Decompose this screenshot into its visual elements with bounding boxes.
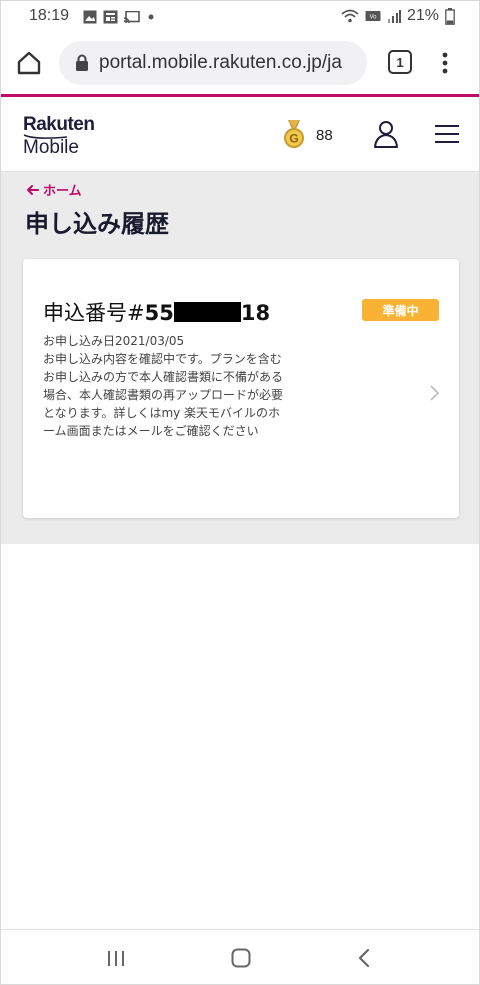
cast-icon: [124, 10, 140, 23]
order-number-start: 55: [144, 301, 174, 325]
status-bar: 18:19 Vo 21%: [1, 1, 479, 33]
order-number-end: 18: [240, 301, 271, 325]
screen: 18:19 Vo 21% portal.mobile.rakuten.co.jp…: [0, 0, 480, 985]
notification-icons: [83, 10, 156, 24]
content-area: ホーム 申し込み履歴 申込番号#55 18 準備中 お申し込み日2021/03/0…: [1, 172, 479, 544]
rakuten-mobile-logo[interactable]: Rakuten Mobile: [23, 114, 95, 158]
address-bar[interactable]: portal.mobile.rakuten.co.jp/ja: [59, 41, 367, 85]
volte-icon: Vo: [365, 11, 381, 21]
points-display[interactable]: G 88: [282, 120, 333, 150]
signal-icon: [387, 10, 401, 23]
news-icon: [103, 10, 118, 24]
logo-line2: Mobile: [23, 137, 79, 158]
arrow-left-icon: [27, 184, 39, 195]
wifi-icon: [341, 9, 359, 23]
status-right: Vo 21%: [341, 7, 455, 25]
status-badge: 準備中: [362, 299, 439, 321]
order-date: お申し込み日2021/03/05: [43, 334, 185, 348]
svg-text:Vo: Vo: [369, 15, 377, 21]
points-value: 88: [316, 126, 333, 144]
more-menu-icon[interactable]: [441, 51, 449, 75]
order-card[interactable]: 申込番号#55 18 準備中 お申し込み日2021/03/05 お申し込み内容を確…: [23, 259, 459, 518]
hamburger-menu-icon[interactable]: [435, 124, 459, 144]
back-link-label: ホーム: [43, 184, 82, 199]
logo-line1: Rakuten: [23, 114, 95, 135]
recent-apps-icon[interactable]: [105, 946, 127, 970]
browser-toolbar: portal.mobile.rakuten.co.jp/ja 1: [1, 33, 479, 93]
site-header: Rakuten Mobile G 88: [1, 97, 479, 172]
back-home-link[interactable]: ホーム: [27, 180, 82, 199]
user-icon[interactable]: [373, 120, 399, 148]
svg-text:G: G: [289, 132, 298, 146]
order-number: 申込番号#55 18: [43, 297, 270, 327]
browser-home-icon[interactable]: [15, 49, 43, 77]
system-nav-bar: [1, 929, 479, 984]
status-time: 18:19: [29, 7, 70, 24]
gold-medal-icon: G: [284, 120, 304, 148]
page-title: 申し込み履歴: [25, 210, 169, 238]
tab-switcher-button[interactable]: 1: [388, 50, 412, 74]
battery-percent: 21%: [406, 7, 439, 24]
battery-icon: [445, 7, 455, 25]
dot-icon: [148, 14, 154, 20]
url-text: portal.mobile.rakuten.co.jp/ja: [99, 52, 342, 73]
chevron-right-icon: [430, 385, 440, 401]
home-nav-icon[interactable]: [229, 946, 253, 970]
order-number-label: 申込番号#: [43, 301, 145, 325]
logo-swoosh-icon: [23, 134, 68, 139]
redacted-block: [173, 302, 241, 322]
lock-icon: [76, 54, 88, 71]
gallery-icon: [83, 10, 97, 24]
order-message: お申し込み内容を確認中です。プランを含むお申し込みの方で本人確認書類に不備がある…: [43, 352, 284, 438]
back-nav-icon[interactable]: [355, 946, 375, 970]
